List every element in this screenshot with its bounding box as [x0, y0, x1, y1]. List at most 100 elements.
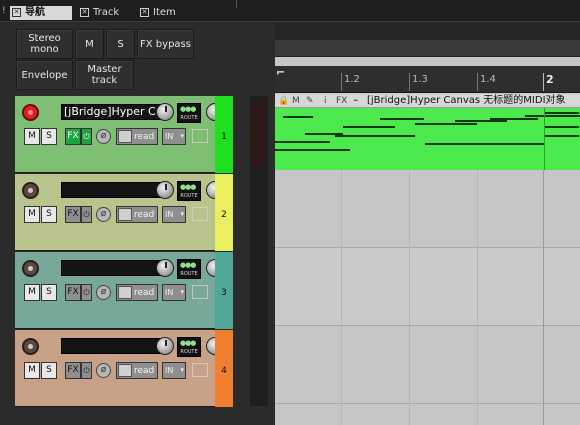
envelope-mode-label: read [134, 210, 155, 220]
track-row[interactable]: ●●● ROUTE M S FX ⏻ ø read IN 2 [15, 174, 233, 251]
tab-track[interactable]: ✕ Track [78, 6, 138, 20]
fx-power-icon[interactable]: ⏻ [81, 206, 92, 223]
io-icon[interactable] [192, 363, 208, 377]
volume-knob[interactable] [156, 259, 174, 277]
record-arm-button[interactable] [22, 104, 39, 121]
envelope-mode-button[interactable]: read [116, 284, 158, 301]
route-dots-icon: ●●● [180, 261, 196, 269]
timeline-ruler[interactable]: ⌐ 1.2 1.3 1.4 2 [275, 66, 580, 93]
close-icon[interactable]: ✕ [12, 8, 21, 17]
phase-invert-icon[interactable]: ø [96, 363, 111, 378]
mute-button[interactable]: M [24, 206, 40, 223]
midi-note [415, 123, 477, 125]
button-label: FX bypass [140, 38, 191, 50]
envelope-mode-button[interactable]: read [116, 362, 158, 379]
route-label: ROUTE [180, 349, 198, 355]
volume-knob[interactable] [156, 337, 174, 355]
input-select-button[interactable]: IN [162, 362, 186, 379]
route-button[interactable]: ●●● ROUTE [177, 337, 201, 357]
notes-icon[interactable]: ✎ [306, 95, 314, 107]
envelope-icon[interactable]: ⌁ [353, 95, 358, 107]
tab-item[interactable]: ✕ Item [138, 6, 198, 20]
io-icon[interactable] [192, 285, 208, 299]
track-lane[interactable] [275, 326, 580, 404]
midi-note [275, 141, 330, 143]
fx-power-icon[interactable]: ⏻ [81, 284, 92, 301]
item-mute-button[interactable]: M [292, 95, 300, 107]
track-lane[interactable] [275, 248, 580, 326]
midi-note [455, 120, 507, 122]
fx-button[interactable]: FX [65, 206, 81, 223]
volume-knob[interactable] [156, 103, 174, 121]
track-row[interactable]: ●●● ROUTE M S FX ⏻ ø read IN 3 [15, 252, 233, 329]
mute-button[interactable]: M [24, 128, 40, 145]
io-icon[interactable] [192, 207, 208, 221]
close-icon[interactable]: ✕ [80, 8, 89, 17]
phase-invert-icon[interactable]: ø [96, 129, 111, 144]
tab-navigator[interactable]: ✕ 导航 [10, 6, 72, 20]
track-row[interactable]: ●●● ROUTE M S FX ⏻ ø read IN 4 [15, 330, 233, 407]
divider [236, 0, 237, 8]
midi-item[interactable]: 🔒 M ✎ i FX ⌁ [jBridge]Hyper Canvas 无标题的M… [275, 94, 580, 170]
track-name-field[interactable] [61, 260, 169, 276]
fx-button[interactable]: FX [65, 128, 81, 145]
item-info-button[interactable]: i [324, 95, 327, 107]
track-name-field[interactable]: [jBridge]Hyper Canv [61, 104, 169, 120]
close-icon[interactable]: ✕ [140, 8, 149, 17]
fx-bypass-button[interactable]: FX bypass [137, 29, 194, 59]
track-number-strip[interactable]: 3 [215, 252, 233, 329]
envelope-mode-label: read [134, 366, 155, 376]
lock-icon[interactable]: 🔒 [278, 95, 289, 107]
item-fx-button[interactable]: FX [336, 95, 347, 107]
fx-power-icon[interactable]: ⏻ [81, 128, 92, 145]
envelope-mode-button[interactable]: read [116, 128, 158, 145]
envelope-mode-label: read [134, 132, 155, 142]
route-label: ROUTE [180, 115, 198, 121]
envelope-mode-button[interactable]: read [116, 206, 158, 223]
volume-knob[interactable] [156, 181, 174, 199]
reaper-window: ! ✕ 导航 ✕ Track ✕ Item Stereo mono M S FX… [0, 0, 580, 425]
track-number-strip[interactable]: 1 [215, 96, 233, 173]
input-select-button[interactable]: IN [162, 206, 186, 223]
envelope-button[interactable]: Envelope [16, 60, 73, 90]
mute-button[interactable]: M [24, 284, 40, 301]
track-name-field[interactable] [61, 182, 169, 198]
arrange-view[interactable]: ⌐ 1.2 1.3 1.4 2 🔒 M ✎ i FX ⌁ [jBridge]Hy… [275, 40, 580, 425]
record-arm-button[interactable] [22, 338, 39, 355]
input-select-button[interactable]: IN [162, 128, 186, 145]
io-icon[interactable] [192, 129, 208, 143]
mute-button[interactable]: M [24, 362, 40, 379]
ruler-label: 1.4 [480, 74, 496, 85]
solo-button[interactable]: S [41, 362, 57, 379]
track-number-strip[interactable]: 4 [215, 330, 233, 407]
stereo-mono-button[interactable]: Stereo mono [16, 29, 73, 59]
fx-power-icon[interactable]: ⏻ [81, 362, 92, 379]
solo-button[interactable]: S [41, 284, 57, 301]
button-label: M [85, 38, 94, 50]
solo-button[interactable]: S [41, 206, 57, 223]
track-number: 4 [221, 366, 227, 376]
envelope-icon [118, 130, 132, 143]
mute-all-button[interactable]: M [75, 29, 104, 59]
input-select-button[interactable]: IN [162, 284, 186, 301]
record-arm-button[interactable] [22, 260, 39, 277]
solo-all-button[interactable]: S [106, 29, 135, 59]
track-lane[interactable] [275, 170, 580, 248]
track-number-strip[interactable]: 2 [215, 174, 233, 251]
solo-button[interactable]: S [41, 128, 57, 145]
docker-tab-strip: ! ✕ 导航 ✕ Track ✕ Item [0, 0, 580, 22]
phase-invert-icon[interactable]: ø [96, 285, 111, 300]
record-arm-button[interactable] [22, 182, 39, 199]
route-button[interactable]: ●●● ROUTE [177, 259, 201, 279]
fx-button[interactable]: FX [65, 284, 81, 301]
fx-button[interactable]: FX [65, 362, 81, 379]
route-label: ROUTE [180, 271, 198, 277]
ruler-tick [477, 73, 478, 91]
master-track-button[interactable]: Master track [75, 60, 134, 90]
docker-menu-icon[interactable]: ! [2, 5, 8, 17]
track-row[interactable]: [jBridge]Hyper Canv ●●● ROUTE M S FX ⏻ ø… [15, 96, 233, 173]
phase-invert-icon[interactable]: ø [96, 207, 111, 222]
route-button[interactable]: ●●● ROUTE [177, 103, 201, 123]
route-button[interactable]: ●●● ROUTE [177, 181, 201, 201]
track-name-field[interactable] [61, 338, 169, 354]
